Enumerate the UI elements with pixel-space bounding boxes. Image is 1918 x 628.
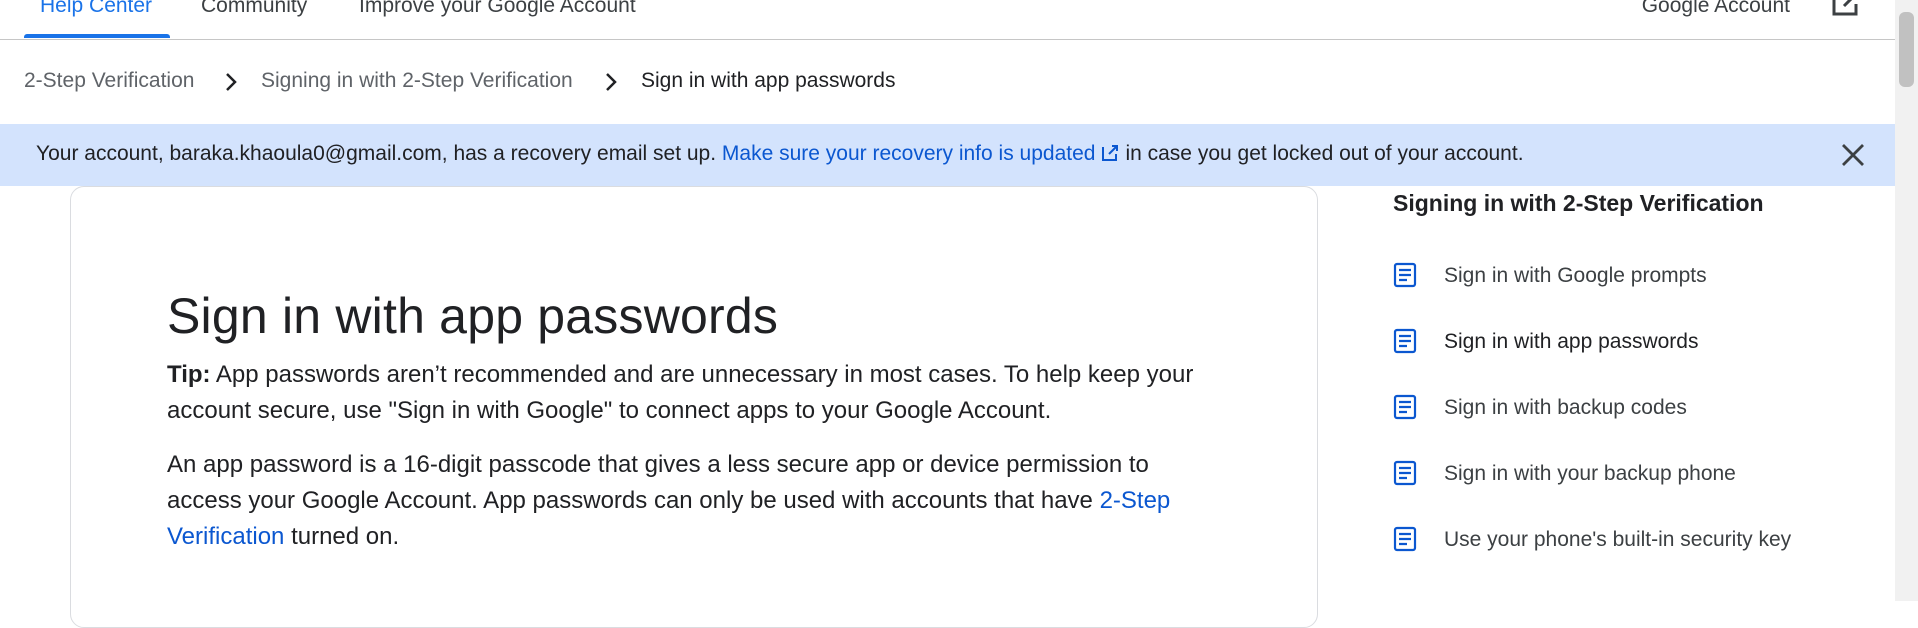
banner-text-before: Your account, baraka.khaoula0@gmail.com,…	[36, 142, 717, 165]
article-icon	[1393, 262, 1417, 288]
top-nav: Help Center Community Improve your Googl…	[0, 0, 1895, 40]
sidebar-item-label: Sign in with your backup phone	[1444, 462, 1736, 485]
sidebar-item-backup-codes[interactable]: Sign in with backup codes	[1393, 390, 1863, 430]
sidebar-item-backup-phone[interactable]: Sign in with your backup phone	[1393, 456, 1863, 496]
article-card: Sign in with app passwords Tip: App pass…	[70, 186, 1318, 628]
active-tab-indicator	[24, 34, 170, 38]
breadcrumb-item-signing-in[interactable]: Signing in with 2-Step Verification	[261, 69, 573, 93]
article-icon	[1393, 460, 1417, 486]
banner-text-after: in case you get locked out of your accou…	[1125, 142, 1524, 165]
intro-paragraph: An app password is a 16-digit passcode t…	[167, 447, 1207, 555]
scrollbar-track[interactable]	[1895, 0, 1918, 601]
chevron-right-icon	[606, 73, 617, 91]
sidebar-title: Signing in with 2-Step Verification	[1393, 190, 1764, 216]
tab-help-center[interactable]: Help Center	[40, 0, 152, 18]
page-title: Sign in with app passwords	[167, 288, 779, 344]
intro-text-end: turned on.	[291, 523, 400, 550]
intro-text: An app password is a 16-digit passcode t…	[167, 451, 1149, 514]
tab-community[interactable]: Community	[201, 0, 307, 18]
article-icon	[1393, 526, 1417, 552]
tip-paragraph: Tip: App passwords aren’t recommended an…	[167, 357, 1207, 429]
tip-text: App passwords aren’t recommended and are…	[167, 361, 1194, 424]
tip-label: Tip:	[167, 361, 211, 388]
scrollbar-thumb[interactable]	[1899, 12, 1914, 87]
breadcrumb-item-2sv[interactable]: 2-Step Verification	[24, 69, 194, 93]
article-icon	[1393, 328, 1417, 354]
banner-message: Your account, baraka.khaoula0@gmail.com,…	[36, 142, 1524, 166]
sidebar-item-app-passwords[interactable]: Sign in with app passwords	[1393, 324, 1863, 364]
tab-improve-account[interactable]: Improve your Google Account	[359, 0, 636, 18]
sidebar-item-label: Use your phone's built-in security key	[1444, 528, 1792, 551]
sidebar-item-label: Sign in with Google prompts	[1444, 264, 1707, 287]
sidebar-item-label: Sign in with app passwords	[1444, 330, 1699, 353]
open-external-icon[interactable]	[1830, 0, 1862, 18]
breadcrumb-current: Sign in with app passwords	[641, 69, 896, 92]
sidebar-item-security-key[interactable]: Use your phone's built-in security key	[1393, 522, 1863, 562]
open-external-icon	[1102, 145, 1119, 161]
chevron-right-icon	[226, 73, 237, 91]
recovery-info-banner: Your account, baraka.khaoula0@gmail.com,…	[0, 124, 1895, 186]
recovery-info-link[interactable]: Make sure your recovery info is updated	[722, 142, 1096, 165]
article-icon	[1393, 394, 1417, 420]
google-account-link[interactable]: Google Account	[1642, 0, 1790, 18]
sidebar-item-label: Sign in with backup codes	[1444, 396, 1687, 419]
sidebar-item-google-prompts[interactable]: Sign in with Google prompts	[1393, 258, 1863, 298]
close-icon[interactable]	[1840, 142, 1866, 168]
